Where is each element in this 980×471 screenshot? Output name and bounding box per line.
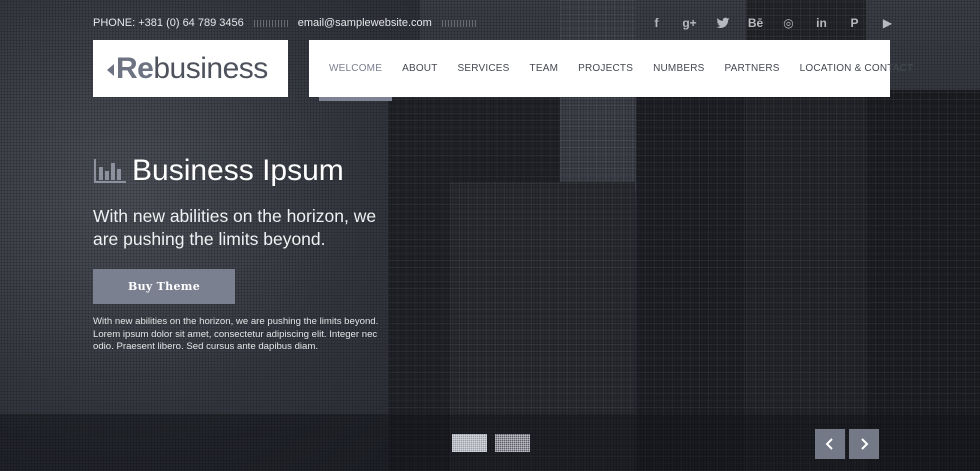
facebook-icon[interactable]: f bbox=[640, 14, 673, 32]
main-navigation: WELCOME ABOUT SERVICES TEAM PROJECTS NUM… bbox=[309, 40, 913, 101]
slider-prev-button[interactable] bbox=[815, 429, 845, 459]
chevron-right-icon bbox=[861, 438, 869, 450]
nav-item-location-contact[interactable]: LOCATION & CONTACT bbox=[790, 40, 924, 97]
behance-icon[interactable]: Bē bbox=[739, 14, 772, 32]
youtube-icon[interactable]: ▶ bbox=[871, 14, 904, 32]
nav-item-services[interactable]: SERVICES bbox=[448, 40, 520, 97]
hero-title: Business Ipsum bbox=[132, 154, 344, 187]
slider-page-1[interactable] bbox=[452, 434, 487, 452]
nav-item-numbers[interactable]: NUMBERS bbox=[643, 40, 714, 97]
site-logo[interactable]: Re business bbox=[93, 40, 288, 97]
hero-body-text: With new abilities on the horizon, we ar… bbox=[93, 316, 379, 352]
top-contact-bar: PHONE: +381 (0) 64 789 3456 email@sample… bbox=[93, 16, 486, 30]
google-plus-icon[interactable]: g+ bbox=[673, 14, 706, 32]
logo-prefix: Re bbox=[116, 51, 154, 85]
chevron-left-icon bbox=[825, 438, 833, 450]
slider-pagination bbox=[452, 434, 538, 452]
hero-heading: Business Ipsum bbox=[93, 154, 344, 188]
bar-chart-icon bbox=[94, 159, 126, 183]
pinterest-icon[interactable]: P bbox=[838, 14, 871, 32]
hero-subtitle: With new abilities on the horizon, we ar… bbox=[93, 206, 377, 249]
slider-next-button[interactable] bbox=[849, 429, 879, 459]
nav-item-welcome[interactable]: WELCOME bbox=[319, 40, 393, 101]
nav-item-projects[interactable]: PROJECTS bbox=[568, 40, 643, 97]
nav-item-about[interactable]: ABOUT bbox=[392, 40, 447, 97]
divider bbox=[441, 19, 476, 27]
nav-item-team[interactable]: TEAM bbox=[520, 40, 569, 97]
slider-arrows bbox=[815, 429, 883, 459]
slider-page-2[interactable] bbox=[495, 434, 530, 452]
divider bbox=[253, 19, 288, 27]
email-link[interactable]: email@samplewebsite.com bbox=[298, 17, 432, 29]
twitter-icon[interactable] bbox=[706, 14, 739, 32]
nav-item-partners[interactable]: PARTNERS bbox=[714, 40, 789, 97]
logo-arrow-icon bbox=[107, 63, 114, 76]
linkedin-icon[interactable]: in bbox=[805, 14, 838, 32]
social-links: f g+ Bē ◎ in P ▶ bbox=[640, 14, 904, 32]
buy-theme-button[interactable]: Buy Theme bbox=[93, 269, 235, 304]
dribbble-icon[interactable]: ◎ bbox=[772, 14, 805, 32]
logo-suffix: business bbox=[153, 51, 268, 85]
twitter-icon-graphic bbox=[716, 17, 729, 29]
phone-text: PHONE: +381 (0) 64 789 3456 bbox=[93, 17, 244, 29]
